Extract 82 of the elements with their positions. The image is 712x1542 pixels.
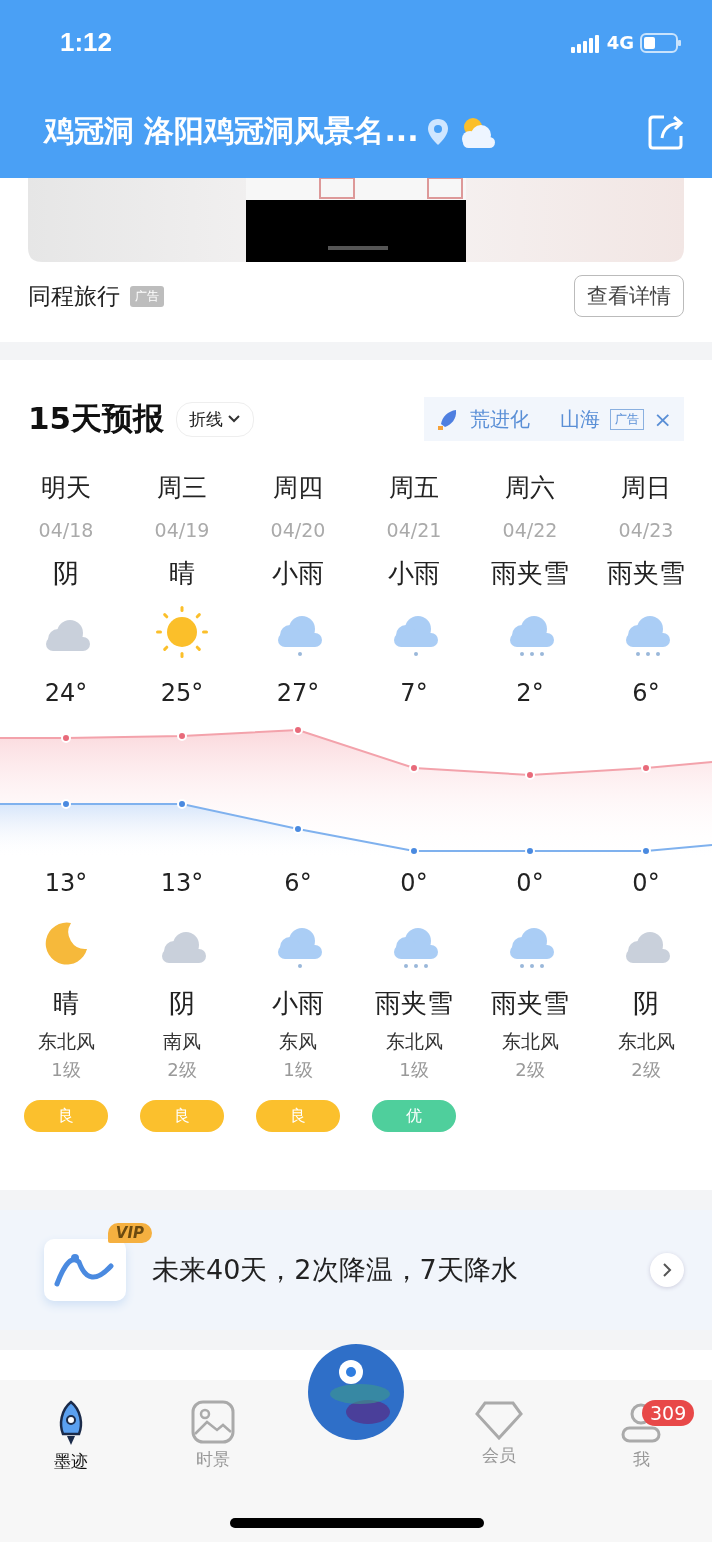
battery-icon bbox=[640, 32, 682, 53]
day-date: 04/21 bbox=[386, 518, 442, 543]
wind-direction: 东北风 bbox=[501, 1029, 559, 1054]
day-label: 周三 bbox=[157, 472, 207, 504]
forecast-title: 15天预报 bbox=[28, 399, 165, 438]
wind-level: 1级 bbox=[399, 1058, 429, 1082]
wind-level: 2级 bbox=[631, 1058, 661, 1082]
nav-tab[interactable]: 会员 bbox=[428, 1380, 570, 1490]
wind-level: 1级 bbox=[51, 1058, 81, 1082]
night-weather: 晴 bbox=[53, 987, 79, 1020]
day-label: 周六 bbox=[505, 472, 555, 504]
low-temperature: 13° bbox=[160, 868, 204, 899]
wind-level: 1级 bbox=[283, 1058, 313, 1082]
location-title[interactable]: 鸡冠洞 洛阳鸡冠洞风景名... bbox=[44, 111, 419, 152]
day-weather: 雨夹雪 bbox=[607, 557, 685, 590]
day-date: 04/22 bbox=[502, 518, 558, 543]
status-time: 1:12 bbox=[60, 27, 113, 58]
wind-level: 2级 bbox=[515, 1058, 545, 1082]
day-weather: 小雨 bbox=[388, 557, 440, 590]
chevron-right-button[interactable] bbox=[650, 1253, 684, 1287]
day-date: 04/18 bbox=[38, 518, 94, 543]
wind-direction: 南风 bbox=[163, 1029, 201, 1054]
day-label: 周五 bbox=[389, 472, 439, 504]
low-temperature: 0° bbox=[400, 868, 428, 899]
day-date: 04/23 bbox=[618, 518, 674, 543]
sun-icon bbox=[154, 604, 210, 660]
day-weather: 雨夹雪 bbox=[491, 557, 569, 590]
share-icon[interactable] bbox=[648, 113, 684, 150]
day-date: 04/19 bbox=[154, 518, 210, 543]
vip-forecast-text: 未来40天，2次降温，7天降水 bbox=[152, 1253, 518, 1287]
advertiser-name: 同程旅行 bbox=[28, 281, 120, 311]
signal-icon bbox=[570, 32, 601, 53]
ad-banner[interactable]: 荒进化 山海 广告 × bbox=[423, 397, 684, 441]
wind-direction: 东北风 bbox=[385, 1029, 443, 1054]
air-quality-badge: 优 bbox=[372, 1100, 456, 1132]
high-temperature: 7° bbox=[400, 678, 428, 709]
low-temperature: 0° bbox=[632, 868, 660, 899]
ad-subtitle: 山海 bbox=[559, 405, 600, 433]
chevron-down-icon bbox=[227, 414, 242, 424]
nav-tab[interactable]: 我 309 bbox=[570, 1380, 712, 1490]
chevron-right-icon bbox=[662, 1262, 672, 1278]
ad-app-name: 荒进化 bbox=[469, 405, 530, 433]
view-details-button[interactable]: 查看详情 bbox=[574, 275, 684, 317]
night-weather: 雨夹雪 bbox=[491, 987, 569, 1020]
day-weather: 晴 bbox=[169, 557, 195, 590]
high-temperature: 25° bbox=[160, 678, 204, 709]
diamond-icon bbox=[475, 1400, 523, 1440]
night-weather: 阴 bbox=[633, 987, 659, 1020]
low-temperature: 0° bbox=[516, 868, 544, 899]
night-weather: 阴 bbox=[169, 987, 195, 1020]
image-icon bbox=[191, 1400, 235, 1444]
wind-level: 2级 bbox=[167, 1058, 197, 1082]
ad-tag: 广告 bbox=[609, 408, 644, 430]
vip-badge: VIP bbox=[107, 1223, 152, 1243]
air-quality-badge: 良 bbox=[140, 1100, 224, 1132]
high-temperature: 2° bbox=[516, 678, 544, 709]
ad-tag: 广告 bbox=[130, 285, 164, 307]
high-temperature: 27° bbox=[276, 678, 320, 709]
high-temperature: 6° bbox=[632, 678, 660, 709]
close-button[interactable]: × bbox=[653, 406, 672, 432]
chart-mode-dropdown[interactable]: 折线 bbox=[176, 401, 255, 437]
day-date: 04/20 bbox=[270, 518, 326, 543]
air-quality-badge: 良 bbox=[256, 1100, 340, 1132]
notification-badge: 309 bbox=[642, 1400, 695, 1426]
night-weather: 小雨 bbox=[272, 987, 324, 1020]
nav-tab[interactable]: 墨迹 bbox=[0, 1380, 142, 1490]
high-temperature: 24° bbox=[44, 678, 88, 709]
day-weather: 小雨 bbox=[272, 557, 324, 590]
network-label: 4G bbox=[606, 32, 634, 53]
day-label: 明天 bbox=[41, 472, 91, 504]
day-label: 周日 bbox=[621, 472, 671, 504]
day-label: 周四 bbox=[273, 472, 323, 504]
day-weather: 阴 bbox=[53, 557, 79, 590]
low-temperature: 6° bbox=[284, 868, 312, 899]
wind-direction: 东风 bbox=[279, 1029, 317, 1054]
wind-direction: 东北风 bbox=[37, 1029, 95, 1054]
nav-tab[interactable]: 时景 bbox=[142, 1380, 284, 1490]
wind-direction: 东北风 bbox=[617, 1029, 675, 1054]
low-temperature: 13° bbox=[44, 868, 88, 899]
air-quality-badge: 良 bbox=[24, 1100, 108, 1132]
location-pin-icon bbox=[426, 117, 449, 146]
night-weather: 雨夹雪 bbox=[375, 987, 453, 1020]
